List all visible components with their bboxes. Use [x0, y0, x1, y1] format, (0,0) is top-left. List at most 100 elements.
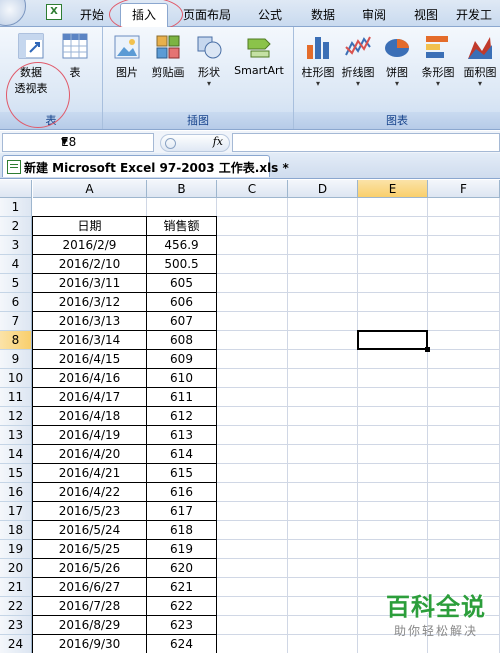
tab-developer[interactable]: 开发工 — [456, 5, 500, 25]
cell-sales[interactable]: 456.9 — [146, 235, 217, 255]
fill-handle[interactable] — [425, 347, 430, 352]
cell-sales[interactable]: 621 — [146, 577, 217, 597]
cell-sales[interactable]: 607 — [146, 311, 217, 331]
line-chart-button[interactable]: 折线图 ▾ — [338, 33, 378, 88]
cell-date[interactable]: 2016/2/10 — [32, 254, 147, 274]
cell-date[interactable]: 2016/4/15 — [32, 349, 147, 369]
column-header-f[interactable]: F — [428, 180, 500, 198]
row-header-2[interactable]: 2 — [0, 217, 32, 236]
cell-sales[interactable]: 608 — [146, 330, 217, 350]
cell-sales[interactable]: 500.5 — [146, 254, 217, 274]
cell-header-date[interactable]: 日期 — [32, 216, 147, 236]
row-header-19[interactable]: 19 — [0, 540, 32, 559]
row-header-23[interactable]: 23 — [0, 616, 32, 635]
worksheet-grid[interactable]: A B C D E F 1 2 3 4 5 6 7 8 9 10 11 12 13 14 15 16 17 18 19 20 21 2… — [0, 180, 500, 653]
row-header-11[interactable]: 11 — [0, 388, 32, 407]
select-all-corner[interactable] — [0, 180, 32, 198]
cell-date[interactable]: 2016/4/21 — [32, 463, 147, 483]
cell-sales[interactable]: 615 — [146, 463, 217, 483]
cell-date[interactable]: 2016/5/24 — [32, 520, 147, 540]
cell-sales[interactable]: 619 — [146, 539, 217, 559]
row-header-18[interactable]: 18 — [0, 521, 32, 540]
shapes-button[interactable]: 形状 ▾ — [193, 33, 225, 88]
row-header-8[interactable]: 8 — [0, 331, 32, 350]
cell-date[interactable]: 2016/5/26 — [32, 558, 147, 578]
cell-date[interactable]: 2016/4/22 — [32, 482, 147, 502]
row-header-5[interactable]: 5 — [0, 274, 32, 293]
cell-sales[interactable]: 616 — [146, 482, 217, 502]
clipart-button[interactable]: 剪贴画 — [149, 33, 187, 80]
row-header-17[interactable]: 17 — [0, 502, 32, 521]
cell-date[interactable]: 2016/3/13 — [32, 311, 147, 331]
column-header-a[interactable]: A — [33, 180, 147, 198]
row-header-14[interactable]: 14 — [0, 445, 32, 464]
row-header-15[interactable]: 15 — [0, 464, 32, 483]
tab-insert[interactable]: 插入 — [120, 3, 168, 27]
cell-date[interactable]: 2016/4/19 — [32, 425, 147, 445]
cell-date[interactable]: 2016/4/20 — [32, 444, 147, 464]
cell-date[interactable]: 2016/6/27 — [32, 577, 147, 597]
cell-date[interactable]: 2016/8/29 — [32, 615, 147, 635]
picture-button[interactable]: 图片 — [111, 33, 143, 80]
smartart-button[interactable]: SmartArt — [231, 33, 287, 77]
pie-chart-button[interactable]: 饼图 ▾ — [380, 33, 414, 88]
row-header-4[interactable]: 4 — [0, 255, 32, 274]
row-header-12[interactable]: 12 — [0, 407, 32, 426]
tab-data[interactable]: 数据 — [305, 5, 341, 25]
cell-sales[interactable]: 612 — [146, 406, 217, 426]
row-header-3[interactable]: 3 — [0, 236, 32, 255]
cell-date[interactable]: 2016/7/28 — [32, 596, 147, 616]
cell-sales[interactable]: 618 — [146, 520, 217, 540]
pivot-table-button[interactable]: 数据 透视表 — [8, 31, 54, 96]
cell-sales[interactable]: 614 — [146, 444, 217, 464]
cell-date[interactable]: 2016/4/18 — [32, 406, 147, 426]
column-header-b[interactable]: B — [147, 180, 217, 198]
tab-formulas[interactable]: 公式 — [252, 5, 288, 25]
cell-sales[interactable]: 613 — [146, 425, 217, 445]
row-header-20[interactable]: 20 — [0, 559, 32, 578]
column-chart-button[interactable]: 柱形图 ▾ — [298, 33, 338, 88]
cell-date[interactable]: 2016/3/14 — [32, 330, 147, 350]
workbook-tab[interactable]: 新建 Microsoft Excel 97-2003 工作表.xls * — [2, 155, 289, 177]
row-header-24[interactable]: 24 — [0, 635, 32, 653]
cell-sales[interactable]: 620 — [146, 558, 217, 578]
cell-date[interactable]: 2016/5/25 — [32, 539, 147, 559]
cell-sales[interactable]: 609 — [146, 349, 217, 369]
name-box[interactable]: E8 ▼ — [2, 133, 154, 152]
cell-sales[interactable]: 622 — [146, 596, 217, 616]
formula-input[interactable] — [232, 133, 500, 152]
cell-date[interactable]: 2016/4/16 — [32, 368, 147, 388]
excel-app-icon[interactable]: X — [46, 4, 62, 20]
column-header-d[interactable]: D — [288, 180, 358, 198]
cell-sales[interactable]: 610 — [146, 368, 217, 388]
insert-function-button[interactable]: fx — [160, 134, 230, 152]
cell-header-sales[interactable]: 销售额 — [146, 216, 217, 236]
row-header-13[interactable]: 13 — [0, 426, 32, 445]
tab-view[interactable]: 视图 — [408, 5, 444, 25]
office-button[interactable] — [0, 0, 26, 26]
cell-sales[interactable]: 623 — [146, 615, 217, 635]
column-header-c[interactable]: C — [217, 180, 288, 198]
row-header-16[interactable]: 16 — [0, 483, 32, 502]
active-cell[interactable] — [357, 330, 428, 350]
row-header-1[interactable]: 1 — [0, 198, 32, 217]
row-header-9[interactable]: 9 — [0, 350, 32, 369]
area-chart-button[interactable]: 面积图 ▾ — [460, 33, 500, 88]
row-header-7[interactable]: 7 — [0, 312, 32, 331]
cell-sales[interactable]: 605 — [146, 273, 217, 293]
cell-sales[interactable]: 606 — [146, 292, 217, 312]
cell-sales[interactable]: 611 — [146, 387, 217, 407]
cell-sales[interactable]: 617 — [146, 501, 217, 521]
tab-review[interactable]: 审阅 — [356, 5, 392, 25]
cell-sales[interactable]: 624 — [146, 634, 217, 653]
cell-date[interactable]: 2016/5/23 — [32, 501, 147, 521]
tab-page-layout[interactable]: 页面布局 — [178, 5, 236, 25]
row-header-6[interactable]: 6 — [0, 293, 32, 312]
row-header-21[interactable]: 21 — [0, 578, 32, 597]
row-header-10[interactable]: 10 — [0, 369, 32, 388]
cell-date[interactable]: 2016/9/30 — [32, 634, 147, 653]
table-button[interactable]: 表 — [58, 31, 92, 80]
row-header-22[interactable]: 22 — [0, 597, 32, 616]
cell-date[interactable]: 2016/4/17 — [32, 387, 147, 407]
name-box-dropdown-icon[interactable]: ▼ — [61, 134, 149, 151]
